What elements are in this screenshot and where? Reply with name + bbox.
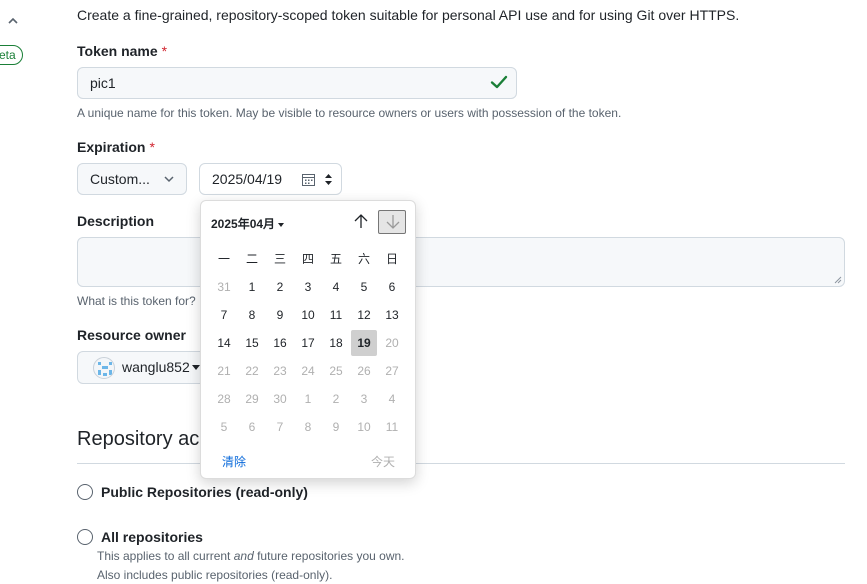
- description-textarea[interactable]: [77, 237, 845, 287]
- day-cell[interactable]: 8: [239, 302, 265, 328]
- day-cell[interactable]: 18: [323, 330, 349, 356]
- day-cell[interactable]: 20: [379, 330, 405, 356]
- day-cell[interactable]: 30: [267, 386, 293, 412]
- beta-badge: eta: [0, 45, 23, 65]
- today-button[interactable]: 今天: [371, 453, 395, 470]
- arrow-up-icon: [354, 214, 368, 228]
- day-cell[interactable]: 9: [323, 414, 349, 440]
- resource-owner-value: wanglu852: [122, 359, 190, 375]
- weekday-label: 日: [385, 252, 398, 266]
- day-cell[interactable]: 22: [239, 358, 265, 384]
- day-cell[interactable]: 10: [351, 414, 377, 440]
- month-year-select[interactable]: 2025年04月: [211, 215, 285, 232]
- day-cell[interactable]: 2: [323, 386, 349, 412]
- day-cell[interactable]: 5: [351, 274, 377, 300]
- day-cell[interactable]: 6: [379, 274, 405, 300]
- day-cell[interactable]: 23: [267, 358, 293, 384]
- day-cell[interactable]: 1: [239, 274, 265, 300]
- day-cell-selected[interactable]: 19: [351, 330, 377, 356]
- day-cell[interactable]: 6: [239, 414, 265, 440]
- day-cell[interactable]: 12: [351, 302, 377, 328]
- day-cell[interactable]: 21: [211, 358, 237, 384]
- weekday-label: 四: [301, 252, 314, 266]
- chevron-down-icon: [164, 176, 174, 183]
- resource-owner-label: Resource owner: [77, 327, 186, 343]
- day-cell[interactable]: 5: [211, 414, 237, 440]
- day-cell[interactable]: 29: [239, 386, 265, 412]
- expiration-select[interactable]: Custom...: [77, 163, 187, 195]
- day-cell[interactable]: 1: [295, 386, 321, 412]
- day-cell[interactable]: 16: [267, 330, 293, 356]
- day-cell[interactable]: 25: [323, 358, 349, 384]
- day-cell[interactable]: 26: [351, 358, 377, 384]
- day-cell[interactable]: 24: [295, 358, 321, 384]
- day-cell[interactable]: 27: [379, 358, 405, 384]
- section-divider: [77, 463, 845, 464]
- clear-button[interactable]: 清除: [222, 453, 246, 470]
- all-repositories-note: This applies to all current and future r…: [97, 549, 405, 563]
- page-intro: Create a fine-grained, repository-scoped…: [77, 7, 740, 23]
- weekday-label: 一: [217, 252, 230, 266]
- spinner-icon[interactable]: [324, 173, 333, 186]
- arrow-down-icon: [386, 215, 400, 229]
- radio-public-repositories-label[interactable]: Public Repositories (read-only): [101, 484, 308, 500]
- day-cell[interactable]: 4: [379, 386, 405, 412]
- check-icon: [490, 75, 508, 89]
- description-label: Description: [77, 213, 155, 229]
- expiration-label: Expiration *: [77, 139, 155, 155]
- resize-handle-icon[interactable]: [834, 276, 842, 284]
- day-cell[interactable]: 11: [323, 302, 349, 328]
- weekday-label: 六: [357, 252, 370, 266]
- radio-public-repositories[interactable]: [77, 484, 93, 500]
- calendar-icon[interactable]: [302, 173, 315, 186]
- day-cell[interactable]: 8: [295, 414, 321, 440]
- weekday-label: 五: [329, 252, 342, 266]
- weekday-label: 三: [273, 252, 286, 266]
- day-cell[interactable]: 28: [211, 386, 237, 412]
- day-cell[interactable]: 2: [267, 274, 293, 300]
- previous-month-button[interactable]: [347, 210, 375, 234]
- expiration-date-value: 2025/04/19: [212, 171, 283, 187]
- token-name-label: Token name *: [77, 43, 168, 59]
- day-cell[interactable]: 9: [267, 302, 293, 328]
- day-cell[interactable]: 31: [211, 274, 237, 300]
- day-cell[interactable]: 13: [379, 302, 405, 328]
- day-cell[interactable]: 10: [295, 302, 321, 328]
- token-name-hint: A unique name for this token. May be vis…: [77, 106, 622, 120]
- day-cell[interactable]: 14: [211, 330, 237, 356]
- token-name-input[interactable]: pic1: [77, 67, 517, 99]
- next-month-button[interactable]: [378, 210, 406, 234]
- day-cell[interactable]: 3: [351, 386, 377, 412]
- day-cell[interactable]: 17: [295, 330, 321, 356]
- day-cell[interactable]: 15: [239, 330, 265, 356]
- day-cell[interactable]: 11: [379, 414, 405, 440]
- chevron-up-icon[interactable]: [6, 14, 20, 28]
- expiration-select-value: Custom...: [90, 171, 150, 187]
- expiration-date-input[interactable]: 2025/04/19: [199, 163, 342, 195]
- all-repositories-note-2: Also includes public repositories (read-…: [97, 568, 333, 582]
- radio-all-repositories[interactable]: [77, 529, 93, 545]
- day-cell[interactable]: 7: [211, 302, 237, 328]
- day-cell[interactable]: 7: [267, 414, 293, 440]
- caret-down-icon: [192, 365, 200, 370]
- description-hint: What is this token for?: [77, 294, 196, 308]
- weekday-label: 二: [245, 252, 258, 266]
- resource-owner-select[interactable]: wanglu852: [77, 351, 207, 384]
- caret-down-icon: [278, 222, 285, 227]
- datepicker-popup: 2025年04月 一二三四五六日 31 1 2 3 4 5 6 7 8 9 10 11 12 13 14 15…: [200, 200, 416, 479]
- day-cell[interactable]: 3: [295, 274, 321, 300]
- day-cell[interactable]: 4: [323, 274, 349, 300]
- radio-all-repositories-label[interactable]: All repositories: [101, 529, 203, 545]
- avatar-icon: [93, 357, 115, 379]
